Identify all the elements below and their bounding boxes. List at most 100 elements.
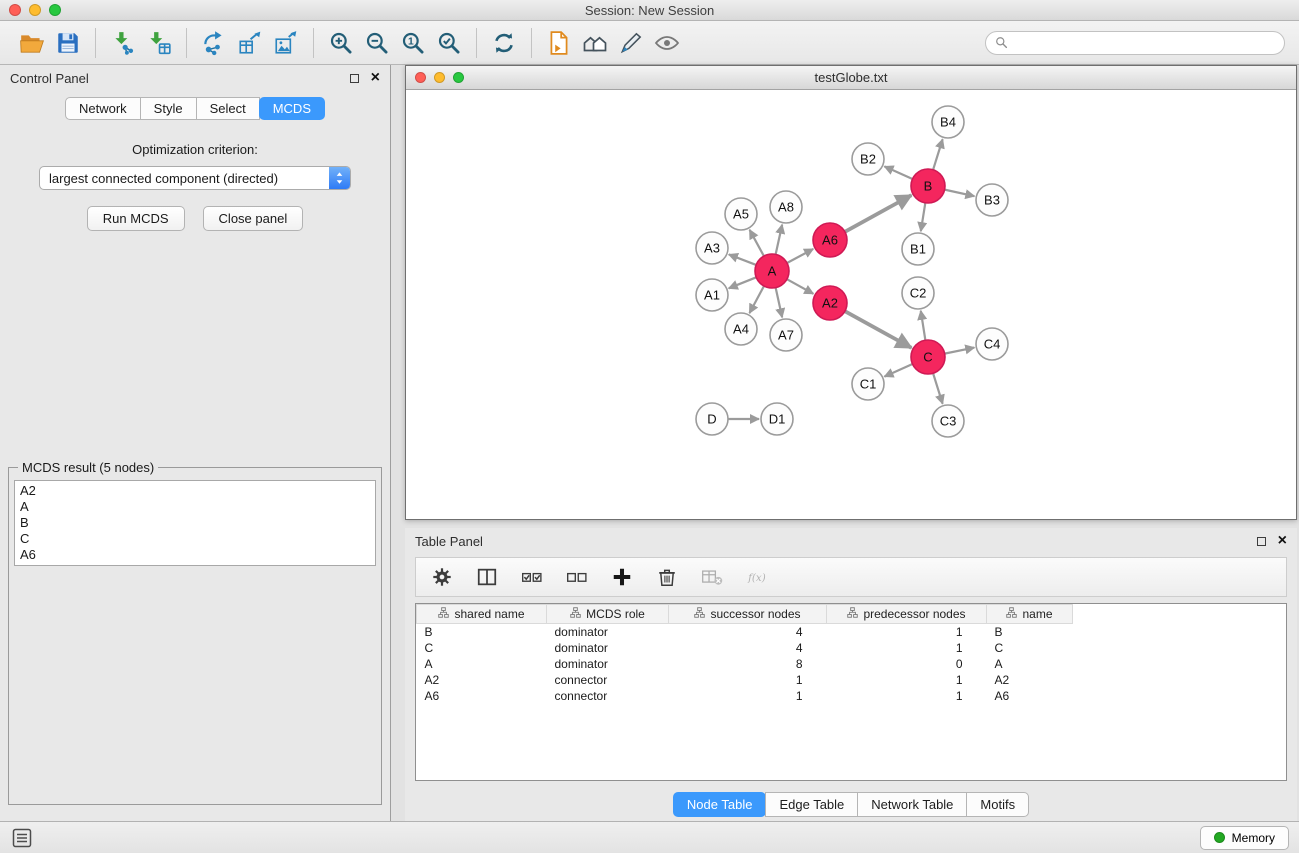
edge-C-C3[interactable] [933,373,943,404]
cell-name[interactable]: B [987,624,1073,641]
import-network-icon[interactable] [105,25,141,61]
export-table-icon[interactable] [232,25,268,61]
cell-successor_nodes[interactable]: 8 [669,656,827,672]
mcds-result-list[interactable]: A2ABCA6 [14,480,376,566]
tab-network[interactable]: Network [65,97,141,120]
tab-style[interactable]: Style [140,97,197,120]
export-image-icon[interactable] [268,25,304,61]
optimization-dropdown[interactable]: largest connected component (directed) [39,166,351,190]
cell-mcds_role[interactable]: dominator [547,656,669,672]
edge-A-A6[interactable] [787,249,813,263]
float-panel-icon[interactable] [350,74,359,83]
edge-A2-C[interactable] [845,311,911,348]
edge-A6-B[interactable] [845,195,911,232]
result-item[interactable]: A2 [20,483,370,499]
add-column-icon[interactable] [608,563,636,591]
cell-successor_nodes[interactable]: 1 [669,688,827,704]
uncheck-all-icon[interactable] [563,563,591,591]
close-panel-button[interactable]: Close panel [203,206,304,231]
edge-A-A8[interactable] [776,225,783,255]
tab-motifs[interactable]: Motifs [966,792,1029,817]
delete-row-icon[interactable] [653,563,681,591]
node-D1[interactable]: D1 [761,403,793,435]
tab-node-table[interactable]: Node Table [673,792,767,817]
run-mcds-button[interactable]: Run MCDS [87,206,185,231]
node-C1[interactable]: C1 [852,368,884,400]
cell-successor_nodes[interactable]: 4 [669,624,827,641]
zoom-window-icon[interactable] [49,4,61,16]
edge-A-A5[interactable] [750,230,764,256]
cell-predecessor_nodes[interactable]: 1 [827,640,987,656]
cell-successor_nodes[interactable]: 4 [669,640,827,656]
network-canvas[interactable]: B4B2BB3A5A8A6B1A3AC2A1A2A4A7C4CC1C3DD1 [406,90,1296,519]
cell-name[interactable]: A2 [987,672,1073,688]
node-A8[interactable]: A8 [770,191,802,223]
tab-select[interactable]: Select [196,97,260,120]
zoom-out-icon[interactable] [359,25,395,61]
delete-table-icon[interactable] [698,563,726,591]
close-panel-icon[interactable]: × [371,72,380,84]
table-row[interactable]: Adominator80A [417,656,1073,672]
edge-A-A3[interactable] [729,254,756,264]
check-all-icon[interactable] [518,563,546,591]
network-window-titlebar[interactable]: testGlobe.txt [406,66,1296,90]
cell-mcds_role[interactable]: connector [547,688,669,704]
function-icon[interactable]: f(x) [743,563,771,591]
import-table-icon[interactable] [141,25,177,61]
search-field[interactable] [985,31,1285,55]
edge-A-A4[interactable] [749,286,764,313]
result-item[interactable]: A [20,499,370,515]
close-table-panel-icon[interactable]: × [1278,535,1287,547]
column-header-shared-name[interactable]: shared name [417,605,547,624]
cell-successor_nodes[interactable]: 1 [669,672,827,688]
cell-predecessor_nodes[interactable]: 1 [827,688,987,704]
node-A6[interactable]: A6 [813,223,847,257]
zoom-actual-icon[interactable]: 1 [395,25,431,61]
node-A5[interactable]: A5 [725,198,757,230]
document-icon[interactable] [541,25,577,61]
eye-icon[interactable] [649,25,685,61]
edge-B-B2[interactable] [884,166,912,179]
node-B1[interactable]: B1 [902,233,934,265]
result-item[interactable]: B [20,515,370,531]
node-A3[interactable]: A3 [696,232,728,264]
validate-icon[interactable] [613,25,649,61]
zoom-fit-icon[interactable] [431,25,467,61]
edge-B-B1[interactable] [921,203,926,231]
node-A7[interactable]: A7 [770,319,802,351]
result-item[interactable]: C [20,531,370,547]
node-C2[interactable]: C2 [902,277,934,309]
cell-predecessor_nodes[interactable]: 1 [827,672,987,688]
table-row[interactable]: A6connector11A6 [417,688,1073,704]
column-header-successor-nodes[interactable]: successor nodes [669,605,827,624]
node-A4[interactable]: A4 [725,313,757,345]
tab-network-table[interactable]: Network Table [857,792,967,817]
refresh-icon[interactable] [486,25,522,61]
table-row[interactable]: Cdominator41C [417,640,1073,656]
column-icon[interactable] [473,563,501,591]
edge-B-B4[interactable] [933,139,943,170]
network-minimize-icon[interactable] [434,72,445,83]
node-B3[interactable]: B3 [976,184,1008,216]
cell-shared_name[interactable]: A2 [417,672,547,688]
column-header-predecessor-nodes[interactable]: predecessor nodes [827,605,987,624]
node-C4[interactable]: C4 [976,328,1008,360]
cell-shared_name[interactable]: C [417,640,547,656]
cell-shared_name[interactable]: A6 [417,688,547,704]
cell-predecessor_nodes[interactable]: 0 [827,656,987,672]
node-D[interactable]: D [696,403,728,435]
edge-A-A7[interactable] [776,288,783,318]
minimize-window-icon[interactable] [29,4,41,16]
cell-predecessor_nodes[interactable]: 1 [827,624,987,641]
node-B4[interactable]: B4 [932,106,964,138]
network-zoom-icon[interactable] [453,72,464,83]
save-icon[interactable] [50,25,86,61]
tab-edge-table[interactable]: Edge Table [765,792,858,817]
cell-name[interactable]: A6 [987,688,1073,704]
cell-mcds_role[interactable]: dominator [547,624,669,641]
search-input[interactable] [1013,36,1275,50]
node-C3[interactable]: C3 [932,405,964,437]
float-table-panel-icon[interactable] [1257,537,1266,546]
close-window-icon[interactable] [9,4,21,16]
zoom-in-icon[interactable] [323,25,359,61]
